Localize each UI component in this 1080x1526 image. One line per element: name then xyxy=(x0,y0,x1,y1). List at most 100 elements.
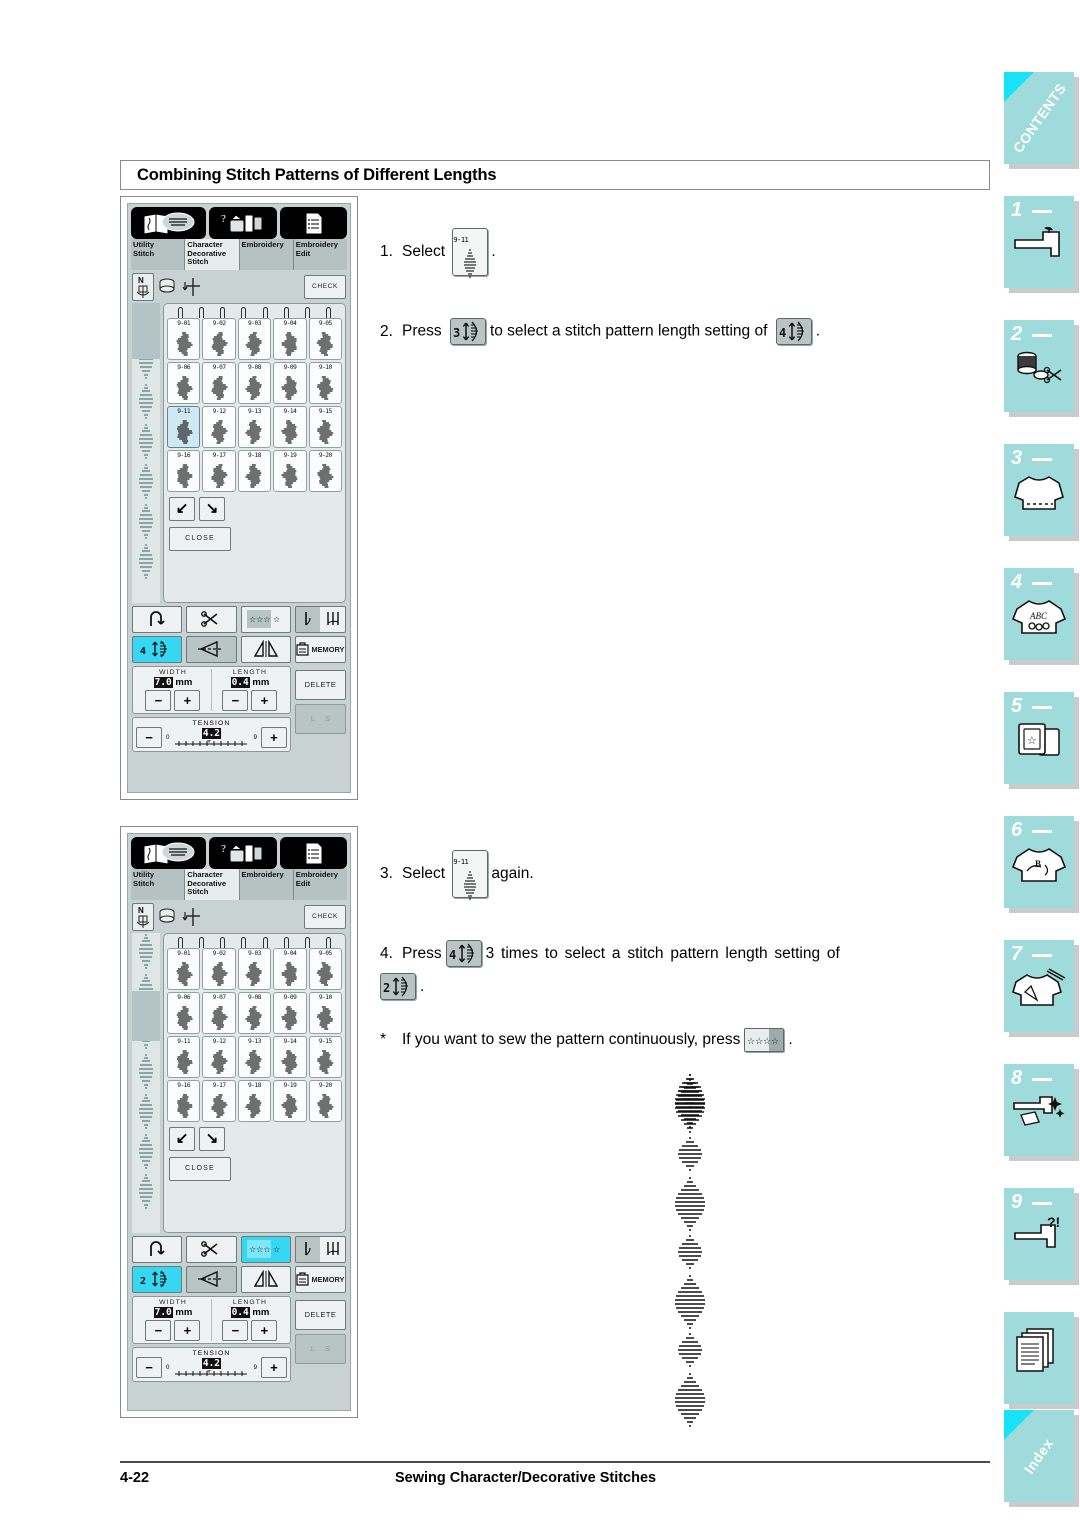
stitch-key-9-11[interactable]: 9-11 xyxy=(452,850,489,900)
stitch-cell-9-08[interactable]: 9-08 xyxy=(237,361,272,404)
stitch-cell-9-02[interactable]: 9-02 xyxy=(202,947,236,990)
stitch-cell-9-03[interactable]: 9-03 xyxy=(237,947,272,990)
ls-button[interactable]: L S xyxy=(294,703,346,734)
vertical-mirror-button[interactable] xyxy=(240,1265,291,1293)
stitch-cell-9-13[interactable]: 9-13 xyxy=(237,1035,272,1078)
check-button[interactable]: CHECK xyxy=(304,274,346,299)
tab-embroidery[interactable]: Embroidery xyxy=(239,239,294,270)
width-plus-button[interactable]: + xyxy=(174,1319,201,1341)
stitch-cell-9-11[interactable]: 9-11 xyxy=(167,405,201,448)
stitch-cell-9-17[interactable]: 9-17 xyxy=(202,449,236,492)
stitch-cell-9-15[interactable]: 9-15 xyxy=(308,1035,342,1078)
sidebar-tab-appendix[interactable] xyxy=(1004,1312,1074,1404)
stitch-cell-9-01[interactable]: 9-01 xyxy=(167,947,201,990)
stitch-cell-9-16[interactable]: 9-16 xyxy=(167,449,201,492)
stitch-cell-9-20[interactable]: 9-20 xyxy=(308,449,342,492)
stitch-cell-9-15[interactable]: 9-15 xyxy=(308,405,342,448)
tension-minus-button[interactable]: − xyxy=(136,726,162,748)
tension-minus-button[interactable]: − xyxy=(136,1356,162,1378)
stitch-cell-9-09[interactable]: 9-09 xyxy=(273,361,307,404)
sidebar-tab-chapter-4[interactable]: 4 ABC xyxy=(1004,568,1074,660)
memory-button[interactable]: MEMORY xyxy=(294,635,346,663)
embroidery-machine-icon[interactable]: ? xyxy=(209,207,277,239)
length-plus-button[interactable]: + xyxy=(251,1319,278,1341)
sidebar-tab-contents[interactable]: CONTENTS xyxy=(1004,72,1074,164)
stitch-cell-9-07[interactable]: 9-07 xyxy=(202,991,236,1034)
close-button[interactable]: CLOSE xyxy=(169,526,231,551)
stitch-cell-9-16[interactable]: 9-16 xyxy=(167,1079,201,1122)
stitch-cell-9-06[interactable]: 9-06 xyxy=(167,361,201,404)
stitch-cell-9-01[interactable]: 9-01 xyxy=(167,317,201,360)
width-minus-button[interactable]: − xyxy=(145,689,172,711)
stitch-length-setting-button[interactable]: 2 xyxy=(132,1265,183,1293)
stitch-cell-9-12[interactable]: 9-12 xyxy=(202,1035,236,1078)
stitch-cell-9-12[interactable]: 9-12 xyxy=(202,405,236,448)
stitch-cell-9-19[interactable]: 9-19 xyxy=(273,449,307,492)
thread-cutter-button[interactable] xyxy=(186,1235,237,1263)
tab-utility-stitch[interactable]: Utility Stitch xyxy=(131,239,186,270)
width-minus-button[interactable]: − xyxy=(145,1319,172,1341)
stitch-cell-9-13[interactable]: 9-13 xyxy=(237,405,272,448)
sidebar-tab-chapter-3[interactable]: 3 xyxy=(1004,444,1074,536)
length-key-3[interactable]: 3 xyxy=(449,318,486,345)
sidebar-tab-chapter-1[interactable]: 1 xyxy=(1004,196,1074,288)
stitch-cell-9-02[interactable]: 9-02 xyxy=(202,317,236,360)
utility-character-icon[interactable] xyxy=(131,837,207,869)
thread-cutter-button[interactable] xyxy=(186,605,237,633)
length-key-4[interactable]: 4 xyxy=(775,318,812,345)
next-page-button[interactable]: ↘ xyxy=(199,1126,225,1151)
sidebar-tab-chapter-2[interactable]: 2 xyxy=(1004,320,1074,412)
check-button[interactable]: CHECK xyxy=(304,904,346,929)
ls-button[interactable]: L S xyxy=(294,1333,346,1364)
utility-character-icon[interactable] xyxy=(131,207,207,239)
sidebar-tab-chapter-9[interactable]: 9 ?! xyxy=(1004,1188,1074,1280)
previous-page-button[interactable]: ↙ xyxy=(169,496,195,521)
tension-plus-button[interactable]: + xyxy=(260,1356,287,1378)
presser-foot-indicator[interactable]: N xyxy=(132,272,154,301)
sidebar-tab-chapter-7[interactable]: 7 xyxy=(1004,940,1074,1032)
stitch-cell-9-05[interactable]: 9-05 xyxy=(308,317,342,360)
sidebar-tab-chapter-8[interactable]: 8 xyxy=(1004,1064,1074,1156)
stitch-cell-9-07[interactable]: 9-07 xyxy=(202,361,236,404)
length-key-2[interactable]: 2 xyxy=(380,973,416,1000)
stitch-cell-9-06[interactable]: 9-06 xyxy=(167,991,201,1034)
embroidery-machine-icon[interactable]: ? xyxy=(209,837,277,869)
tab-embroidery-edit[interactable]: Embroidery Edit xyxy=(293,239,347,270)
presser-foot-indicator[interactable]: N xyxy=(132,902,154,931)
length-minus-button[interactable]: − xyxy=(222,1319,249,1341)
stitch-key-9-11[interactable]: 9-11 xyxy=(452,228,489,278)
stitch-cell-9-03[interactable]: 9-03 xyxy=(237,317,272,360)
continuous-sew-button[interactable]: ☆☆☆ ☆ xyxy=(240,605,291,633)
tension-plus-button[interactable]: + xyxy=(260,726,287,748)
sidebar-tab-index[interactable]: Index xyxy=(1004,1410,1074,1502)
stitch-cell-9-10[interactable]: 9-10 xyxy=(308,991,342,1034)
sidebar-tab-chapter-6[interactable]: 6 B xyxy=(1004,816,1074,908)
delete-button[interactable]: DELETE xyxy=(294,1299,346,1330)
stitch-cell-9-19[interactable]: 9-19 xyxy=(273,1079,307,1122)
needle-mode-button[interactable] xyxy=(294,1235,346,1263)
delete-button[interactable]: DELETE xyxy=(294,669,346,700)
stitch-cell-9-05[interactable]: 9-05 xyxy=(308,947,342,990)
tab-embroidery[interactable]: Embroidery xyxy=(239,869,294,900)
tab-embroidery-edit[interactable]: Embroidery Edit xyxy=(293,869,347,900)
horizontal-mirror-button[interactable] xyxy=(186,1265,237,1293)
stitch-cell-9-10[interactable]: 9-10 xyxy=(308,361,342,404)
sidebar-tab-chapter-5[interactable]: 5 ☆ xyxy=(1004,692,1074,784)
length-plus-button[interactable]: + xyxy=(251,689,278,711)
reverse-stitch-button[interactable] xyxy=(132,1235,183,1263)
stitch-cell-9-18[interactable]: 9-18 xyxy=(237,449,272,492)
next-page-button[interactable]: ↘ xyxy=(199,496,225,521)
width-plus-button[interactable]: + xyxy=(174,689,201,711)
stitch-cell-9-18[interactable]: 9-18 xyxy=(237,1079,272,1122)
tab-character-decorative-stitch[interactable]: Character Decorative Stitch xyxy=(185,239,240,270)
stitch-length-setting-button[interactable]: 4 xyxy=(132,635,183,663)
tab-utility-stitch[interactable]: Utility Stitch xyxy=(131,869,186,900)
previous-page-button[interactable]: ↙ xyxy=(169,1126,195,1151)
stitch-cell-9-14[interactable]: 9-14 xyxy=(273,405,307,448)
needle-mode-button[interactable] xyxy=(294,605,346,633)
stitch-cell-9-20[interactable]: 9-20 xyxy=(308,1079,342,1122)
horizontal-mirror-button[interactable] xyxy=(186,635,237,663)
stitch-cell-9-04[interactable]: 9-04 xyxy=(273,947,307,990)
continuous-sew-key[interactable]: ☆☆☆ ☆ xyxy=(744,1028,785,1052)
stitch-cell-9-09[interactable]: 9-09 xyxy=(273,991,307,1034)
